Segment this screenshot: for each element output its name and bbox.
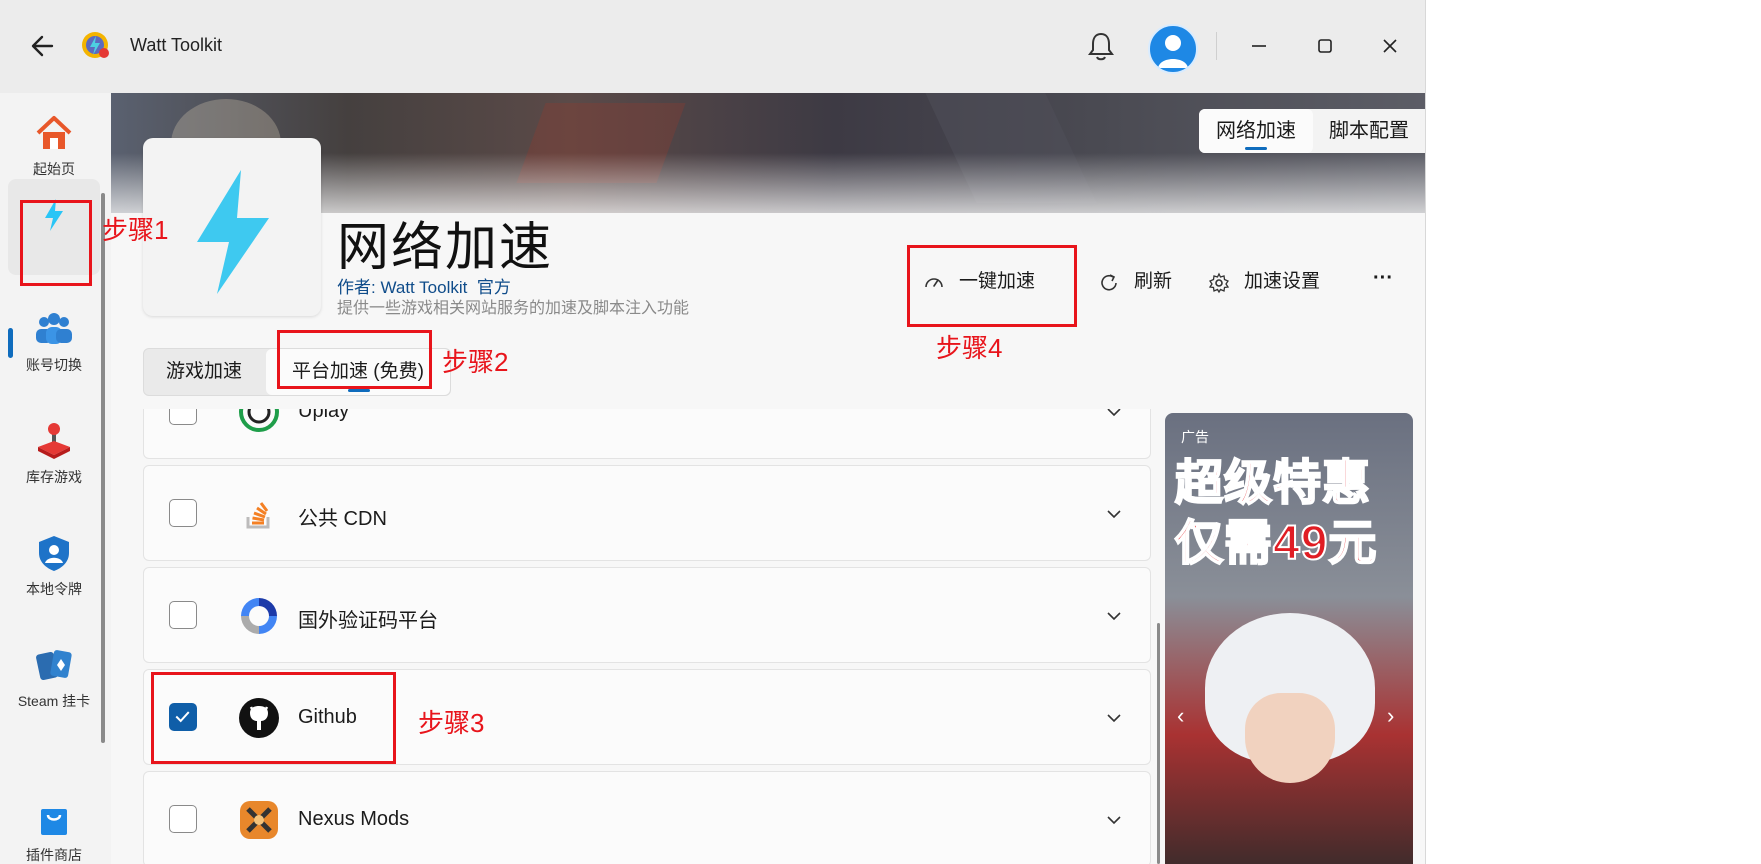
- gear-icon: [1208, 272, 1230, 294]
- sidebar-item-plugin-store[interactable]: 插件商店: [8, 783, 100, 864]
- service-name: 公共 CDN: [298, 508, 387, 530]
- service-checkbox[interactable]: [169, 601, 197, 629]
- more-options-button[interactable]: ···: [1373, 264, 1403, 300]
- tab-label: 脚本配置: [1329, 120, 1409, 142]
- acceleration-settings-button[interactable]: 加速设置: [1208, 264, 1358, 300]
- service-checkbox[interactable]: [169, 805, 197, 833]
- home-icon: [36, 116, 72, 149]
- view-tabs: 网络加速 脚本配置: [1199, 109, 1425, 153]
- annotation-step1: 步骤1: [102, 215, 169, 245]
- annotation-box-step2: [277, 330, 432, 389]
- button-label: 刷新: [1134, 271, 1173, 292]
- chevron-down-icon[interactable]: [1104, 810, 1124, 830]
- sidebar-item-label: 本地令牌: [26, 581, 82, 597]
- list-item-captcha-platform[interactable]: 国外验证码平台: [143, 567, 1151, 663]
- plugin-description: 提供一些游戏相关网站服务的加速及脚本注入功能: [337, 300, 690, 317]
- title-bar: Watt Toolkit: [0, 0, 1425, 93]
- tab-underline: [1245, 147, 1267, 150]
- ad-artwork: [1245, 693, 1335, 783]
- annotation-box-step3: [151, 672, 396, 764]
- tab-label: 游戏加速: [165, 361, 242, 382]
- recaptcha-icon: [241, 598, 277, 634]
- tab-script-config[interactable]: 脚本配置: [1313, 109, 1425, 153]
- more-icon: ···: [1373, 267, 1393, 289]
- chevron-down-icon[interactable]: [1104, 708, 1124, 728]
- list-scrollbar[interactable]: [1157, 623, 1160, 864]
- list-item-public-cdn[interactable]: 公共 CDN: [143, 465, 1151, 561]
- back-arrow-icon[interactable]: [28, 28, 56, 64]
- users-icon: [36, 313, 72, 344]
- joystick-icon: [38, 423, 70, 459]
- tab-game-acceleration[interactable]: 游戏加速: [144, 349, 264, 395]
- page-title: 网络加速: [337, 219, 554, 277]
- tab-label: 网络加速: [1216, 120, 1296, 142]
- sidebar-item-library-games[interactable]: 库存游戏: [8, 405, 100, 501]
- annotation-box-step4: [907, 245, 1077, 327]
- chevron-down-icon[interactable]: [1104, 409, 1124, 422]
- sidebar-item-label: 插件商店: [26, 847, 82, 863]
- sidebar-item-label: Steam 挂卡: [17, 693, 91, 709]
- chevron-down-icon[interactable]: [1104, 504, 1124, 524]
- ad-banner[interactable]: 广告 超级特惠 仅需49元 ‹ ›: [1165, 413, 1413, 864]
- service-name: Nexus Mods: [298, 808, 410, 830]
- service-checkbox[interactable]: [169, 409, 197, 425]
- minimize-icon[interactable]: [1245, 32, 1273, 60]
- service-checkbox[interactable]: [169, 499, 197, 527]
- sidebar-item-steam-idle[interactable]: Steam 挂卡: [8, 629, 100, 725]
- list-item-uplay[interactable]: Uplay: [143, 409, 1151, 459]
- app-window: Watt Toolkit 起始页 账号切换 库存游戏 本地令牌 Steam 挂卡…: [0, 0, 1426, 864]
- refresh-button[interactable]: 刷新: [1098, 264, 1178, 300]
- service-name: Uplay: [298, 409, 350, 422]
- maximize-icon[interactable]: [1311, 32, 1339, 60]
- stack-overflow-icon: [246, 502, 270, 529]
- ad-next-arrow-icon[interactable]: ›: [1387, 703, 1394, 729]
- sidebar-item-label: 起始页: [33, 161, 75, 177]
- annotation-step2: 步骤2: [442, 347, 509, 377]
- watt-toolkit-logo-icon: [82, 32, 109, 58]
- annotation-step4: 步骤4: [936, 333, 1003, 363]
- ad-subheadline: 仅需49元: [1174, 516, 1378, 571]
- ad-prev-arrow-icon[interactable]: ‹: [1177, 703, 1184, 729]
- lightning-icon: [197, 170, 269, 294]
- nexus-mods-icon: [240, 801, 278, 839]
- user-silhouette-icon: [1158, 35, 1188, 68]
- refresh-icon: [1101, 274, 1117, 291]
- shield-user-icon: [39, 536, 69, 571]
- tab-underline: [348, 389, 370, 392]
- app-title: Watt Toolkit: [130, 35, 223, 55]
- notification-bell-icon[interactable]: [1086, 30, 1116, 62]
- list-item-nexus-mods[interactable]: Nexus Mods: [143, 771, 1151, 864]
- plugin-icon: [143, 138, 321, 316]
- annotation-box-step1: [20, 200, 92, 286]
- sidebar-item-label: 账号切换: [26, 357, 82, 373]
- shopping-bag-icon: [41, 809, 67, 835]
- sidebar-item-label: 库存游戏: [26, 469, 82, 485]
- tab-network-acceleration[interactable]: 网络加速: [1199, 109, 1313, 153]
- service-name: 国外验证码平台: [298, 610, 438, 632]
- uplay-icon: [239, 409, 279, 432]
- annotation-step3: 步骤3: [418, 708, 485, 738]
- sidebar-item-local-token[interactable]: 本地令牌: [8, 517, 100, 613]
- button-label: 加速设置: [1244, 271, 1321, 292]
- sidebar-scrollbar[interactable]: [101, 193, 105, 743]
- sidebar-item-account-switch[interactable]: 账号切换: [8, 293, 100, 389]
- service-list: Uplay 公共 CDN 国外验证码平台 Github Nexus Mods: [143, 409, 1151, 864]
- chevron-down-icon[interactable]: [1104, 606, 1124, 626]
- close-icon[interactable]: [1376, 32, 1404, 60]
- user-avatar[interactable]: [1148, 24, 1198, 74]
- title-bar-separator: [1216, 32, 1217, 60]
- cards-icon: [36, 650, 72, 681]
